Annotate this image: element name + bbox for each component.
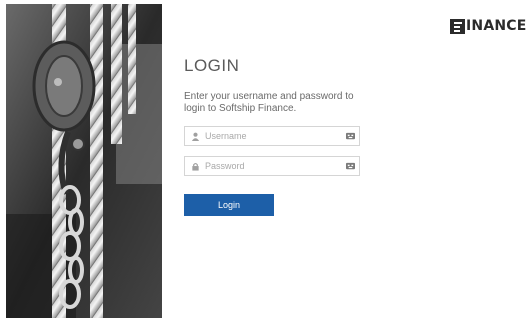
lock-icon [189,160,201,172]
brand-name: INANCE [466,18,527,34]
username-field[interactable] [184,126,360,146]
login-instructions: Enter your username and password to logi… [184,91,354,114]
page-title: LOGIN [184,56,240,75]
keyboard-icon[interactable] [345,131,355,141]
brand-f-icon [450,18,465,34]
user-icon [189,130,201,142]
login-button[interactable]: Login [184,194,274,216]
hero-image-rope-pulley [6,4,162,318]
username-input[interactable] [205,128,345,144]
keyboard-icon[interactable] [345,161,355,171]
password-field[interactable] [184,156,360,176]
password-input[interactable] [205,158,345,174]
brand-logo: INANCE [450,16,527,36]
